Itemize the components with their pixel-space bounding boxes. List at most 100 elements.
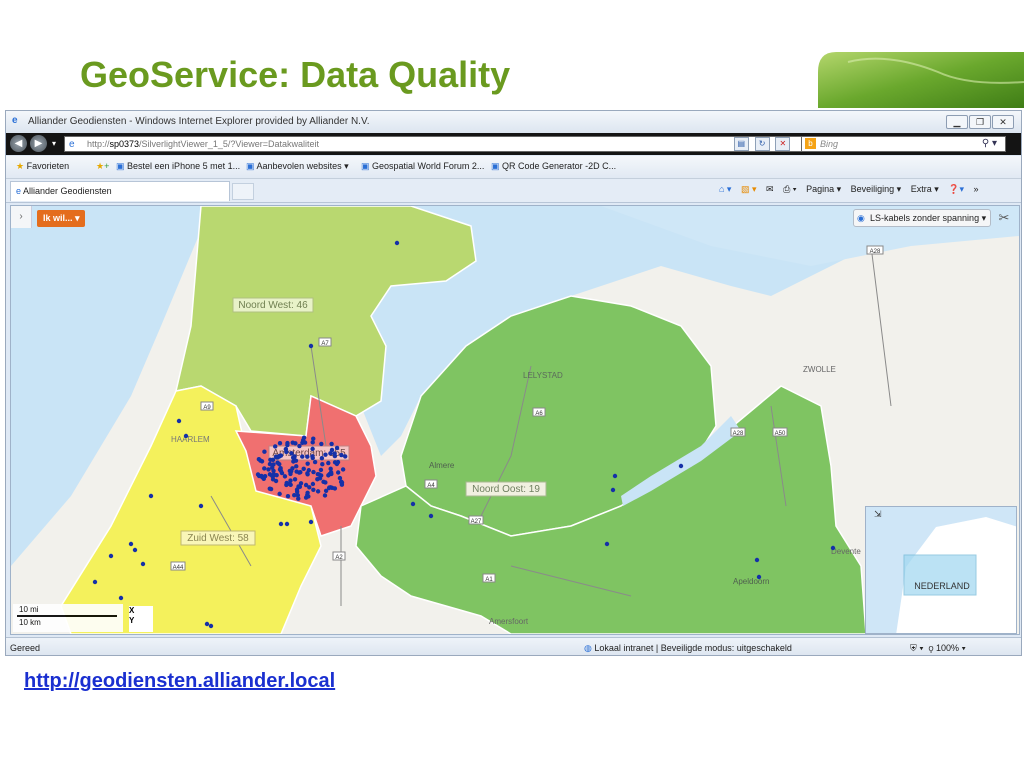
- coordinate-readout[interactable]: X Y: [129, 606, 153, 632]
- data-point: [268, 486, 274, 492]
- mail-icon[interactable]: ✉: [766, 184, 774, 194]
- data-point: [678, 463, 684, 469]
- extra-menu[interactable]: Extra ▾: [911, 184, 939, 194]
- data-point: [328, 470, 334, 475]
- data-point: [610, 487, 616, 493]
- favorites-star-icon: ★: [16, 161, 25, 171]
- data-point: [339, 452, 344, 458]
- data-point: [334, 445, 340, 451]
- data-point: [294, 489, 300, 494]
- region-label-zuid-west: Zuid West: 58: [180, 530, 256, 546]
- data-point: [132, 547, 138, 553]
- data-point: [285, 494, 291, 499]
- data-point: [303, 482, 309, 488]
- data-point: [262, 466, 267, 471]
- new-tab-button[interactable]: [232, 183, 254, 200]
- stop-icon[interactable]: ✕: [775, 137, 791, 151]
- help-icon[interactable]: ❓▾: [948, 184, 964, 194]
- svg-text:A50: A50: [775, 431, 786, 437]
- scale-mi: 10 mi: [19, 605, 39, 614]
- tab-alliander-geodiensten[interactable]: e Alliander Geodiensten: [10, 181, 230, 201]
- favorite-item[interactable]: ▣ Aanbevolen websites ▾: [246, 161, 349, 172]
- address-dropdown-icon[interactable]: ▾: [726, 138, 731, 149]
- navigation-bar: ◀ ▶ ▾ e http://sp0373/SilverlightViewer_…: [6, 133, 1021, 155]
- zoom-level[interactable]: 100%: [936, 643, 959, 653]
- data-point: [322, 493, 328, 498]
- data-point: [282, 474, 288, 479]
- data-point: [319, 455, 325, 461]
- favorite-item[interactable]: ▣ Bestel een iPhone 5 met 1...: [116, 161, 240, 172]
- compatibility-icon[interactable]: ▤: [733, 137, 749, 151]
- address-tools: ▾ ▤ ↻ ✕: [726, 137, 793, 151]
- data-point: [332, 453, 338, 459]
- data-point: [323, 452, 328, 457]
- side-panel-toggle[interactable]: ›: [11, 206, 32, 228]
- home-icon[interactable]: ⌂ ▾: [719, 184, 731, 194]
- page-icon: ▣: [361, 161, 370, 171]
- footer-link[interactable]: http://geodiensten.alliander.local: [24, 670, 335, 693]
- ik-wil-button[interactable]: Ik wil... ▾: [37, 210, 85, 227]
- data-point: [335, 470, 341, 475]
- chevron-down-icon: ▾: [981, 213, 987, 223]
- place-apeldoorn: Apeldoorn: [733, 577, 769, 586]
- svg-text:A44: A44: [173, 565, 184, 571]
- security-menu[interactable]: Beveiliging ▾: [851, 184, 902, 194]
- svg-text:A2: A2: [335, 555, 343, 561]
- data-point: [308, 343, 314, 349]
- layer-select[interactable]: ◉ LS-kabels zonder spanning ▾: [853, 209, 991, 227]
- tab-bar: e Alliander Geodiensten ⌂ ▾ ▧ ▾ ✉ ⎙ ▾ Pa…: [6, 179, 1021, 203]
- data-point: [315, 489, 321, 494]
- svg-text:Noord West: 46: Noord West: 46: [238, 300, 308, 311]
- protected-mode-icon[interactable]: ⛨ ▾: [910, 643, 924, 653]
- minimize-button[interactable]: ▁: [946, 115, 968, 129]
- svg-text:A28: A28: [870, 249, 881, 255]
- back-button[interactable]: ◀: [10, 135, 27, 152]
- data-point: [310, 454, 315, 459]
- scale-km: 10 km: [19, 618, 41, 627]
- data-point: [274, 472, 279, 478]
- more-chevron-icon[interactable]: »: [974, 184, 979, 194]
- data-point: [754, 557, 760, 563]
- overview-canvas: NEDERLAND ⇲: [874, 509, 1016, 633]
- data-point: [255, 472, 261, 477]
- ie-tab-icon: e: [16, 186, 22, 196]
- overview-map[interactable]: NEDERLAND ⇲: [865, 506, 1017, 634]
- feeds-icon[interactable]: ▧ ▾: [741, 184, 757, 194]
- page-menu[interactable]: Pagina ▾: [806, 184, 841, 194]
- history-dropdown-icon[interactable]: ▾: [49, 135, 59, 152]
- data-point: [140, 561, 146, 567]
- tools-icon[interactable]: ✂: [995, 209, 1013, 227]
- data-point: [327, 485, 332, 490]
- data-point: [308, 519, 314, 525]
- region-label-noord-west: Noord West: 46: [232, 297, 314, 313]
- favorite-item[interactable]: ▣ Geospatial World Forum 2...: [361, 161, 484, 172]
- svg-text:A7: A7: [321, 341, 329, 347]
- data-point: [277, 461, 282, 467]
- favorites-bar: ★ Favorieten ★+ ▣ Bestel een iPhone 5 me…: [6, 156, 1021, 179]
- refresh-icon[interactable]: ↻: [754, 137, 770, 151]
- y-label: Y: [129, 616, 135, 625]
- address-bar[interactable]: e http://sp0373/SilverlightViewer_1_5/?V…: [64, 136, 804, 152]
- search-icon[interactable]: ⚲ ▾: [982, 137, 997, 151]
- restore-button[interactable]: ❐: [969, 115, 991, 129]
- data-point: [332, 486, 338, 491]
- forward-button[interactable]: ▶: [30, 135, 47, 152]
- data-point: [320, 462, 325, 467]
- favorites-button[interactable]: ★ Favorieten: [16, 161, 69, 172]
- security-zone-label: Lokaal intranet | Beveiligde modus: uitg…: [594, 643, 792, 653]
- favorite-item[interactable]: ▣ QR Code Generator -2D C...: [491, 161, 616, 172]
- add-favorite-icon[interactable]: ★+: [96, 161, 109, 172]
- zoom-dropdown-icon[interactable]: ▾: [962, 643, 966, 653]
- close-button[interactable]: ✕: [992, 115, 1014, 129]
- data-point: [183, 433, 189, 439]
- favorite-item-label: Geospatial World Forum 2...: [372, 161, 485, 171]
- command-bar: ⌂ ▾ ▧ ▾ ✉ ⎙ ▾ Pagina ▾ Beveiliging ▾ Ext…: [719, 184, 986, 195]
- zoom-icon[interactable]: ⚲: [929, 643, 934, 653]
- svg-text:A4: A4: [427, 483, 435, 489]
- print-icon[interactable]: ⎙ ▾: [783, 184, 796, 194]
- search-input[interactable]: b Bing ⚲ ▾: [801, 136, 1006, 152]
- svg-text:Zuid West: 58: Zuid West: 58: [187, 533, 249, 544]
- overview-label: NEDERLAND: [914, 581, 970, 591]
- data-point: [294, 464, 299, 469]
- data-point: [305, 454, 310, 459]
